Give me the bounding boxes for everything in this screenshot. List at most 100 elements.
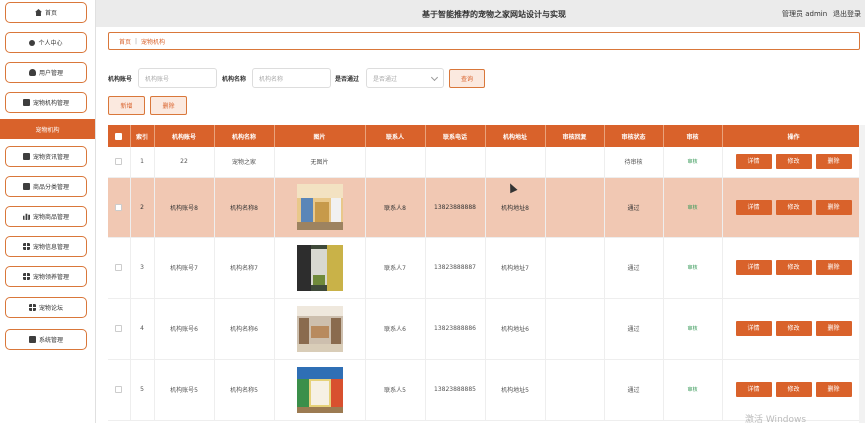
sidebar-item-label: 系统管理 xyxy=(38,337,63,344)
row-checkbox[interactable] xyxy=(115,325,123,332)
edit-button[interactable]: 修改 xyxy=(775,199,812,215)
sidebar-item-home[interactable]: 首页 xyxy=(5,2,87,23)
sidebar-item-institution-mgmt[interactable]: 宠物机构管理 xyxy=(5,92,87,113)
account-cell: 机构账号5 xyxy=(154,359,215,421)
actions-cell: 详情 修改 删除 xyxy=(722,147,865,178)
sidebar-item-label: 个人中心 xyxy=(38,40,63,47)
column-header: 机构地址 xyxy=(485,125,546,147)
institution-thumbnail[interactable] xyxy=(296,366,343,413)
row-select-cell[interactable] xyxy=(108,237,131,299)
name-cell: 机构名称5 xyxy=(214,359,275,421)
detail-button[interactable]: 详情 xyxy=(735,199,772,215)
address-cell: 机构地址6 xyxy=(485,298,546,360)
table-row[interactable]: 4 机构账号6 机构名称6 联系人6 13823888886 机构地址6 通过 … xyxy=(108,298,865,360)
table-row[interactable]: 1 22 宠物之家 无图片 待审核 审核 详情 修改 删除 xyxy=(108,147,865,178)
sidebar-item-profile[interactable]: 个人中心 xyxy=(5,32,87,53)
row-delete-button[interactable]: 删除 xyxy=(815,321,852,336)
account-search-input[interactable]: 机构账号 xyxy=(138,68,217,88)
column-header: 联系电话 xyxy=(425,125,486,147)
sidebar: 首页 个人中心 用户管理 宠物机构管理 宠物机构 宠物资讯管理 商品分类管理 宠… xyxy=(0,0,95,423)
audit-link[interactable]: 审核 xyxy=(687,265,697,271)
name-cell: 机构名称8 xyxy=(214,177,275,238)
sidebar-item-label: 宠物资讯管理 xyxy=(32,154,69,161)
row-checkbox[interactable] xyxy=(115,264,123,271)
sidebar-item-goods[interactable]: 宠物商品管理 xyxy=(5,206,87,227)
row-delete-button[interactable]: 删除 xyxy=(815,382,852,397)
column-header: 机构名称 xyxy=(214,125,275,147)
column-header: 图片 xyxy=(274,125,366,147)
add-button[interactable]: 新增 xyxy=(108,96,145,115)
breadcrumb-home[interactable]: 首页 xyxy=(119,37,131,46)
detail-button[interactable]: 详情 xyxy=(735,321,772,336)
select-all-header[interactable] xyxy=(108,125,131,147)
institution-thumbnail[interactable] xyxy=(296,305,343,352)
edit-button[interactable]: 修改 xyxy=(775,321,812,336)
address-cell: 机构地址5 xyxy=(485,359,546,421)
building-icon xyxy=(22,99,30,106)
delete-button[interactable]: 删除 xyxy=(150,96,187,115)
name-search-input[interactable]: 机构名称 xyxy=(252,68,331,88)
institution-thumbnail[interactable] xyxy=(296,184,343,230)
sidebar-item-forum[interactable]: 宠物论坛 xyxy=(5,297,87,318)
audit-link[interactable]: 审核 xyxy=(687,159,697,165)
row-checkbox[interactable] xyxy=(115,203,123,211)
detail-button[interactable]: 详情 xyxy=(735,382,772,397)
query-button[interactable]: 查询 xyxy=(449,69,485,88)
table-row[interactable]: 3 机构账号7 机构名称7 联系人7 13823888887 机构地址7 通过 … xyxy=(108,237,865,299)
vertical-scrollbar[interactable] xyxy=(859,125,865,423)
row-select-cell[interactable] xyxy=(108,359,131,421)
sidebar-item-news[interactable]: 宠物资讯管理 xyxy=(5,146,87,167)
row-select-cell[interactable] xyxy=(108,147,131,178)
name-label: 机构名称 xyxy=(222,76,247,83)
sidebar-item-adoption[interactable]: 宠物领养管理 xyxy=(5,266,87,287)
edit-button[interactable]: 修改 xyxy=(775,382,812,397)
contact-cell xyxy=(365,147,426,178)
chevron-down-icon xyxy=(430,73,439,82)
chart-icon xyxy=(22,213,30,220)
audit-link[interactable]: 审核 xyxy=(687,326,697,332)
account-label: 机构账号 xyxy=(108,76,133,83)
sidebar-item-pet-info[interactable]: 宠物信息管理 xyxy=(5,236,87,257)
row-delete-button[interactable]: 删除 xyxy=(815,199,852,215)
account-cell: 22 xyxy=(154,147,215,178)
row-select-cell[interactable] xyxy=(108,177,131,238)
name-cell: 机构名称6 xyxy=(214,298,275,360)
sidebar-item-label: 用户管理 xyxy=(38,70,63,77)
row-delete-button[interactable]: 删除 xyxy=(815,260,852,275)
users-icon xyxy=(28,69,36,76)
status-cell: 待审核 xyxy=(604,147,664,178)
category-icon xyxy=(22,183,30,190)
row-delete-button[interactable]: 删除 xyxy=(815,154,852,170)
phone-cell: 13823888886 xyxy=(425,298,486,360)
edit-button[interactable]: 修改 xyxy=(775,154,812,170)
row-select-cell[interactable] xyxy=(108,298,131,360)
table-row[interactable]: 2 机构账号8 机构名称8 联系人8 13823888888 机构地址8 通过 … xyxy=(108,177,865,238)
reply-cell xyxy=(545,147,605,178)
sidebar-item-label: 宠物商品管理 xyxy=(32,214,69,221)
top-header: 基于智能推荐的宠物之家网站设计与实现 管理员 admin 退出登录 xyxy=(96,0,865,27)
table-row[interactable]: 5 机构账号5 机构名称5 联系人5 13823888885 机构地址5 通过 … xyxy=(108,359,865,421)
grid-icon xyxy=(22,273,30,280)
audit-link[interactable]: 审核 xyxy=(687,205,697,211)
row-checkbox[interactable] xyxy=(115,158,123,166)
pass-select[interactable]: 是否通过 xyxy=(366,68,444,88)
index-cell: 4 xyxy=(130,298,155,360)
detail-button[interactable]: 详情 xyxy=(735,154,772,170)
audit-link[interactable]: 审核 xyxy=(687,387,697,393)
select-all-checkbox[interactable] xyxy=(115,132,123,140)
windows-activation-watermark: 激活 Windows xyxy=(745,415,807,423)
institution-thumbnail[interactable] xyxy=(296,244,343,291)
logout-link[interactable]: 退出登录 xyxy=(833,9,861,19)
row-checkbox[interactable] xyxy=(115,386,123,393)
name-placeholder: 机构名称 xyxy=(259,75,284,83)
sidebar-item-institution-active[interactable]: 宠物机构 xyxy=(0,119,95,139)
contact-cell: 联系人7 xyxy=(365,237,426,299)
sidebar-item-category[interactable]: 商品分类管理 xyxy=(5,176,87,197)
sidebar-item-users[interactable]: 用户管理 xyxy=(5,62,87,83)
edit-button[interactable]: 修改 xyxy=(775,260,812,275)
column-header: 联系人 xyxy=(365,125,426,147)
column-header: 审核 xyxy=(663,125,723,147)
user-icon xyxy=(29,39,36,46)
detail-button[interactable]: 详情 xyxy=(735,260,772,275)
sidebar-item-system[interactable]: 系统管理 xyxy=(5,329,87,350)
